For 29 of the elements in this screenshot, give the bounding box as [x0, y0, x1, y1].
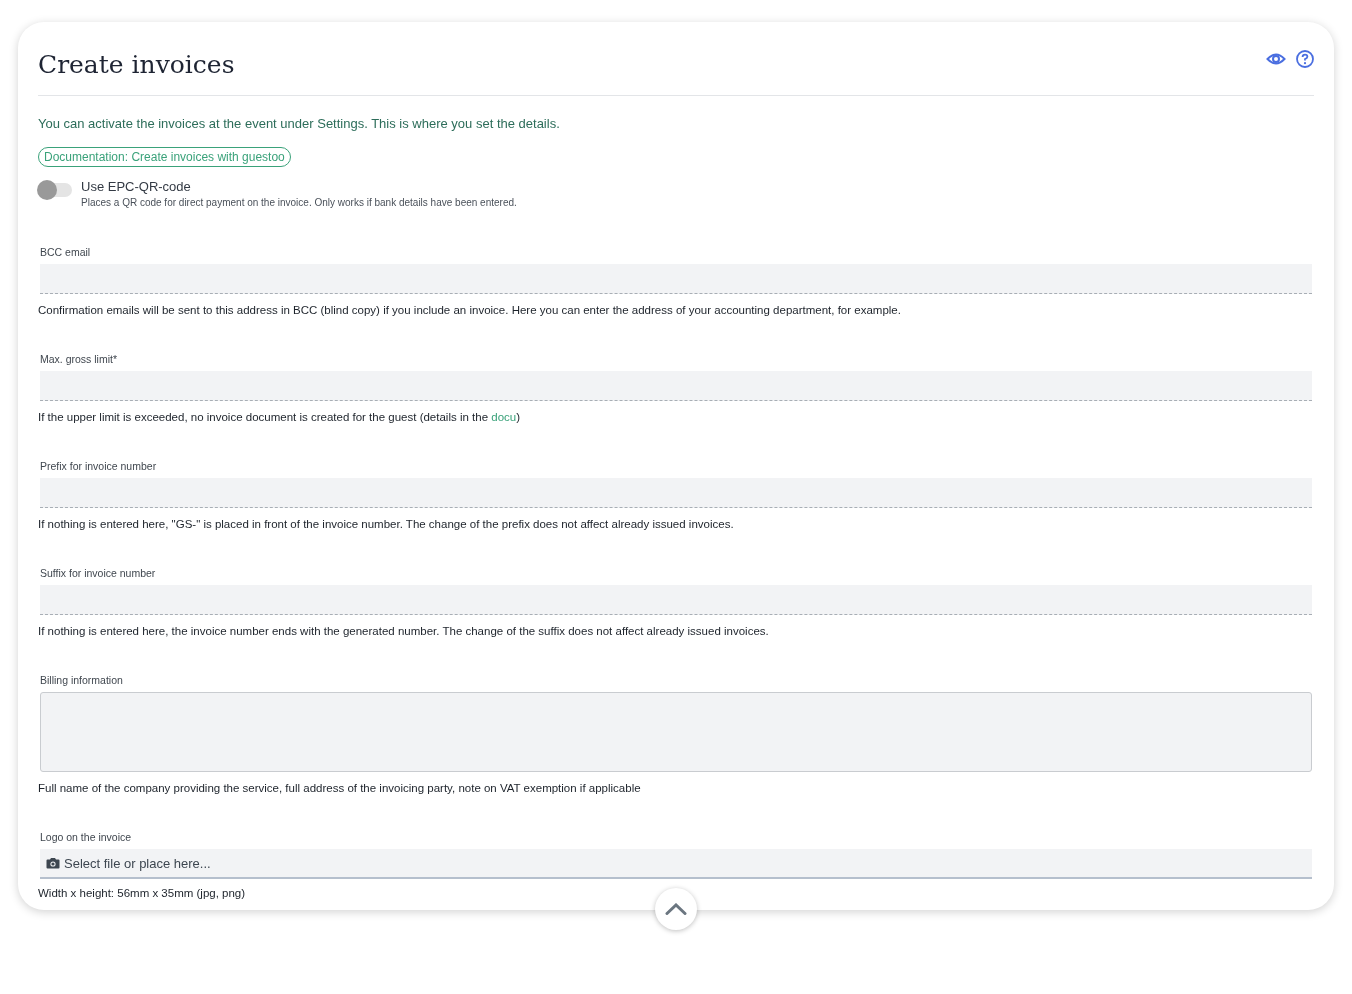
- camera-icon: [46, 857, 60, 869]
- scroll-up-button[interactable]: [655, 888, 697, 930]
- field-hint: Full name of the company providing the service, full address of the invoicing party, note on VAT exemption if applicable: [38, 782, 642, 794]
- field-hint: If nothing is entered here, the invoice number ends with the generated number. The change of the suffix does not affect already issued invoices.: [38, 625, 770, 637]
- field-label: Suffix for invoice number: [40, 567, 157, 579]
- textarea-field[interactable]: [40, 692, 1312, 772]
- help-icon[interactable]: [1296, 50, 1314, 68]
- input-field[interactable]: [40, 478, 1312, 508]
- toggle-switch[interactable]: [38, 183, 72, 197]
- chevron-up-icon: [665, 903, 687, 915]
- file-upload-field[interactable]: Select file or place here...: [40, 849, 1312, 879]
- input-field[interactable]: [40, 585, 1312, 615]
- toggle-description: Places a QR code for direct payment on the invoice. Only works if bank details have been entered.: [81, 197, 517, 208]
- input-field[interactable]: [40, 371, 1312, 401]
- page-title: Create invoices: [38, 50, 235, 79]
- field-hint: If the upper limit is exceeded, no invoice document is created for the guest (details in the docu): [38, 411, 521, 423]
- field-hint: Confirmation emails will be sent to this address in BCC (blind copy) if you include an invoice. Here you can enter the address of your accounting department, for example.: [38, 304, 902, 316]
- eye-icon[interactable]: [1266, 51, 1286, 67]
- field-hint: If nothing is entered here, "GS-" is placed in front of the invoice number. The change of the prefix does not affect already issued invoices.: [38, 518, 735, 530]
- field-label: BCC email: [40, 246, 92, 258]
- intro-text: You can activate the invoices at the event under Settings. This is where you set the details.: [38, 116, 561, 131]
- docu-link[interactable]: docu: [491, 411, 517, 423]
- field-label: Logo on the invoice: [40, 831, 133, 843]
- field-hint: Width x height: 56mm x 35mm (jpg, png): [38, 887, 247, 899]
- field-label: Max. gross limit*: [40, 353, 118, 365]
- field-label: Prefix for invoice number: [40, 460, 158, 472]
- toggle-label: Use EPC-QR-code: [81, 179, 192, 194]
- input-field[interactable]: [40, 264, 1312, 294]
- field-label: Billing information: [40, 674, 124, 686]
